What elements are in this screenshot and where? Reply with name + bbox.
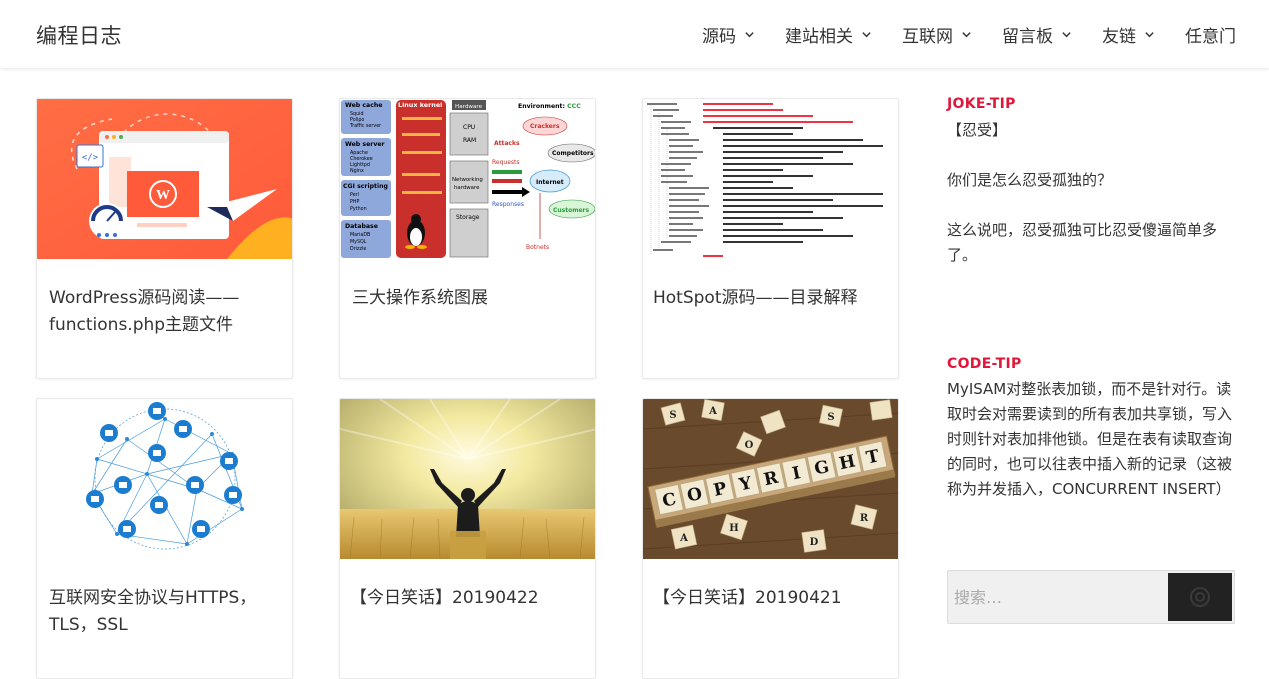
network-globe-illustration — [37, 399, 292, 559]
svg-text:Internet: Internet — [536, 179, 564, 186]
svg-text:Environment: CCC: Environment: CCC — [518, 103, 581, 110]
svg-text:Competitors: Competitors — [552, 150, 594, 157]
search-input[interactable] — [948, 571, 1169, 623]
svg-text:Responses: Responses — [492, 201, 524, 208]
chevron-down-icon — [862, 31, 871, 37]
svg-text:Lighttpd: Lighttpd — [350, 162, 370, 168]
nav-item-label: 源码 — [702, 26, 736, 47]
search-button[interactable] — [1168, 573, 1232, 621]
svg-text:Crackers: Crackers — [530, 123, 560, 130]
svg-text:Web server: Web server — [345, 141, 386, 148]
chevron-down-icon — [962, 31, 971, 37]
nav-item-label: 建站相关 — [785, 26, 853, 47]
svg-text:CGI scripting: CGI scripting — [343, 183, 388, 190]
search-icon — [1190, 587, 1210, 607]
chevron-down-icon — [1062, 31, 1071, 37]
post-title[interactable]: 【今日笑话】20190422 — [350, 585, 590, 612]
wordpress-illustration: W </> — [37, 99, 292, 259]
joke-tip-text: 【忍受】 你们是怎么忍受孤独的？ 这么说吧，忍受孤独可比忍受傻逼简单多了。 — [947, 121, 1218, 264]
svg-text:Drizzle: Drizzle — [350, 246, 366, 252]
svg-text:MySQL: MySQL — [350, 239, 367, 245]
svg-text:PHP: PHP — [350, 199, 359, 205]
svg-text:hardware: hardware — [454, 185, 480, 191]
nav-item-label: 友链 — [1102, 26, 1136, 47]
post-card[interactable]: HotSpot源码——目录解释 — [642, 98, 899, 379]
directory-tree-screenshot — [643, 99, 898, 259]
post-thumbnail[interactable] — [37, 399, 292, 559]
post-card[interactable]: W </> WordPress源码阅读——functions.php主题文件 — [36, 98, 293, 379]
post-title[interactable]: 【今日笑话】20190421 — [653, 585, 893, 612]
svg-text:Apache: Apache — [350, 150, 368, 156]
joke-tip-heading: JOKE-TIP — [947, 96, 1016, 112]
svg-text:S: S — [669, 410, 676, 421]
svg-text:A: A — [708, 406, 717, 417]
main-nav: 源码 建站相关 互联网 留言板 友链 任意门 — [702, 0, 1236, 68]
post-thumbnail[interactable]: W </> — [37, 99, 292, 259]
svg-text:</>: </> — [82, 153, 99, 163]
post-thumbnail[interactable]: S A S O A H D R C O P Y R I G H T — [643, 399, 898, 559]
svg-text:Database: Database — [345, 223, 378, 230]
nav-item-source[interactable]: 源码 — [702, 22, 755, 47]
svg-text:Customers: Customers — [553, 207, 590, 214]
svg-text:S: S — [827, 412, 834, 423]
svg-text:CPU: CPU — [463, 124, 475, 131]
sidebar: JOKE-TIP 【忍受】 你们是怎么忍受孤独的？ 这么说吧，忍受孤独可比忍受傻… — [947, 96, 1237, 502]
post-title[interactable]: WordPress源码阅读——functions.php主题文件 — [37, 285, 277, 339]
post-thumbnail[interactable] — [643, 99, 898, 259]
post-title[interactable]: HotSpot源码——目录解释 — [653, 285, 893, 312]
code-tip-text: MyISAM对整张表加锁，而不是针对行。读取时会对需要读到的所有表加共享锁，写入… — [947, 380, 1233, 498]
svg-text:Polipo: Polipo — [350, 117, 364, 123]
svg-text:Linux kernel: Linux kernel — [398, 101, 442, 109]
svg-text:Nginx: Nginx — [350, 168, 364, 174]
os-label: Web cache — [345, 102, 383, 109]
svg-text:Botnets: Botnets — [526, 244, 549, 251]
site-header: 编程日志 源码 建站相关 互联网 留言板 友链 任意门 — [0, 0, 1269, 68]
svg-text:Networking: Networking — [452, 177, 483, 183]
svg-text:RAM: RAM — [463, 137, 476, 144]
post-title[interactable]: 互联网安全协议与HTTPS，TLS，SSL — [37, 585, 277, 639]
post-thumbnail[interactable]: Web cache Squid Polipo Traffic server We… — [340, 99, 595, 259]
nav-item-site-building[interactable]: 建站相关 — [785, 22, 872, 47]
svg-text:Requests: Requests — [492, 159, 520, 166]
post-thumbnail[interactable] — [340, 399, 595, 559]
post-card[interactable]: 【今日笑话】20190422 — [339, 398, 596, 679]
nav-item-internet[interactable]: 互联网 — [902, 22, 972, 47]
sunrise-field-photo — [340, 399, 595, 559]
scrabble-copyright-photo: S A S O A H D R C O P Y R I G H T — [643, 399, 898, 559]
site-title-link[interactable]: 编程日志 — [36, 20, 122, 50]
nav-item-guestbook[interactable]: 留言板 — [1002, 22, 1072, 47]
code-tip-heading: CODE-TIP — [947, 356, 1022, 372]
svg-text:H: H — [729, 523, 738, 534]
nav-item-label: 任意门 — [1185, 26, 1236, 47]
post-card[interactable]: Web cache Squid Polipo Traffic server We… — [339, 98, 596, 379]
svg-text:Hardware: Hardware — [455, 104, 483, 110]
nav-item-random[interactable]: 任意门 — [1185, 22, 1236, 47]
nav-item-label: 留言板 — [1002, 26, 1053, 47]
chevron-down-icon — [745, 31, 754, 37]
svg-text:W: W — [156, 188, 170, 203]
svg-text:Storage: Storage — [456, 214, 480, 221]
search-form — [947, 570, 1235, 624]
svg-text:A: A — [679, 533, 688, 544]
os-diagram-illustration: Web cache Squid Polipo Traffic server We… — [340, 99, 595, 259]
svg-text:Cherokee: Cherokee — [350, 156, 373, 162]
post-title[interactable]: 三大操作系统图展 — [340, 285, 580, 312]
svg-text:Attacks: Attacks — [494, 140, 520, 147]
svg-text:O: O — [745, 440, 754, 451]
post-card[interactable]: 互联网安全协议与HTTPS，TLS，SSL — [36, 398, 293, 679]
chevron-down-icon — [1145, 31, 1154, 37]
svg-text:Perl: Perl — [350, 192, 359, 198]
nav-item-friend-links[interactable]: 友链 — [1102, 22, 1155, 47]
svg-text:R: R — [860, 513, 869, 524]
svg-text:MariaDB: MariaDB — [350, 232, 370, 238]
nav-item-label: 互联网 — [902, 26, 953, 47]
svg-text:Python: Python — [350, 206, 367, 212]
svg-text:Squid: Squid — [350, 111, 364, 117]
svg-text:D: D — [810, 537, 819, 548]
post-card[interactable]: S A S O A H D R C O P Y R I G H T 【今日笑话】… — [642, 398, 899, 679]
svg-text:Traffic server: Traffic server — [349, 123, 381, 129]
